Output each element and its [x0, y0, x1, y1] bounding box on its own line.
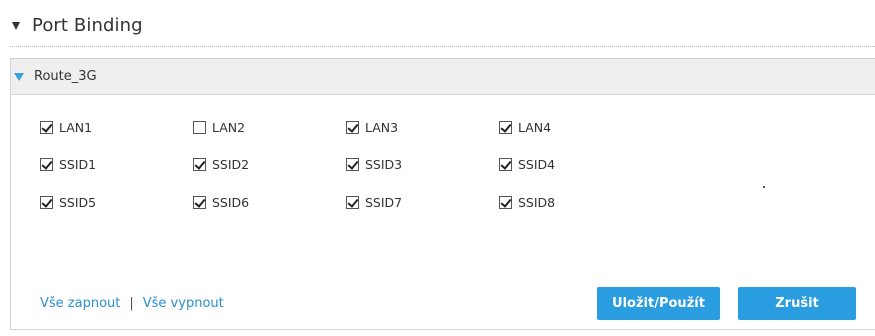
checkbox-box[interactable] — [499, 120, 512, 134]
checkbox-ssid6[interactable]: SSID6 — [193, 193, 249, 211]
checkbox-box[interactable] — [40, 157, 53, 171]
checkbox-label: SSID7 — [365, 194, 403, 210]
checkbox-ssid4[interactable]: SSID4 — [499, 155, 555, 173]
checkbox-box[interactable] — [346, 120, 359, 134]
checkbox-label: SSID8 — [518, 194, 556, 210]
section-divider — [10, 46, 875, 47]
checkbox-box[interactable] — [193, 195, 206, 209]
save-apply-button[interactable]: Uložit/Použít — [597, 287, 720, 320]
checkbox-ssid7[interactable]: SSID7 — [346, 193, 402, 211]
checkbox-label: LAN4 — [518, 119, 552, 135]
route-panel-header[interactable]: Route_3G — [11, 59, 875, 95]
checkbox-label: SSID5 — [59, 194, 97, 210]
checkbox-box[interactable] — [499, 195, 512, 209]
checkbox-ssid1[interactable]: SSID1 — [40, 155, 96, 173]
stray-dot — [763, 186, 765, 188]
select-all-link[interactable]: Vše zapnout — [40, 296, 120, 311]
checkbox-ssid5[interactable]: SSID5 — [40, 193, 96, 211]
checkbox-ssid3[interactable]: SSID3 — [346, 155, 402, 173]
link-separator: | — [129, 296, 134, 311]
checkbox-label: SSID6 — [212, 194, 250, 210]
checkbox-box[interactable] — [40, 195, 53, 209]
checkbox-box[interactable] — [40, 120, 53, 134]
checkbox-label: LAN1 — [59, 119, 93, 135]
checkbox-label: LAN3 — [365, 119, 399, 135]
checkbox-label: SSID4 — [518, 156, 556, 172]
checkbox-ssid8[interactable]: SSID8 — [499, 193, 555, 211]
checkbox-box[interactable] — [193, 157, 206, 171]
checkbox-box[interactable] — [346, 157, 359, 171]
checkbox-ssid2[interactable]: SSID2 — [193, 155, 249, 173]
checkbox-label: SSID3 — [365, 156, 403, 172]
checkbox-label: SSID1 — [59, 156, 97, 172]
checkbox-box[interactable] — [346, 195, 359, 209]
checkbox-lan3[interactable]: LAN3 — [346, 118, 398, 136]
cancel-button[interactable]: Zrušit — [738, 287, 856, 320]
expand-triangle-icon[interactable] — [14, 72, 24, 81]
checkbox-label: LAN2 — [212, 119, 246, 135]
collapse-triangle-icon[interactable] — [12, 22, 20, 30]
section-title: Port Binding — [32, 14, 143, 36]
checkbox-lan4[interactable]: LAN4 — [499, 118, 551, 136]
route-panel-title: Route_3G — [34, 69, 97, 84]
checkbox-box[interactable] — [193, 120, 206, 134]
checkbox-lan1[interactable]: LAN1 — [40, 118, 92, 136]
port-binding-header[interactable]: Port Binding — [12, 14, 143, 36]
bulk-toggle-links: Vše zapnout | Vše vypnout — [40, 296, 224, 311]
checkbox-label: SSID2 — [212, 156, 250, 172]
checkbox-lan2[interactable]: LAN2 — [193, 118, 245, 136]
deselect-all-link[interactable]: Vše vypnout — [143, 296, 224, 311]
checkbox-box[interactable] — [499, 157, 512, 171]
